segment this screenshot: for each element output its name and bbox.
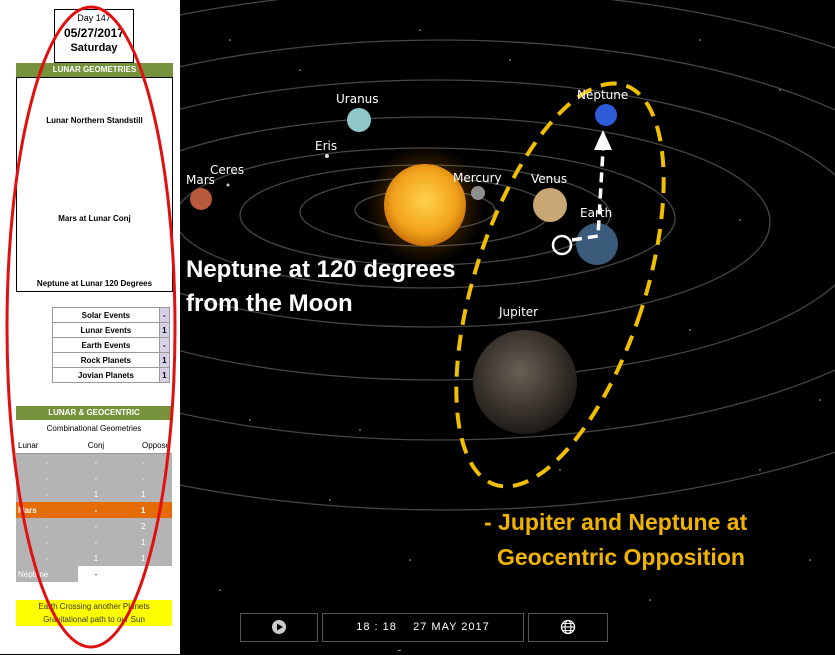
mars-label: Mars — [186, 173, 215, 187]
annotation-opposition-line2: Geocentric Opposition — [497, 544, 745, 570]
mercury-label: Mercury — [453, 171, 502, 185]
neptune-label: Neptune — [577, 88, 629, 102]
time-display: 18 : 18 — [356, 621, 397, 633]
mars-planet — [190, 188, 212, 210]
globe-icon — [560, 619, 576, 635]
annotation-opposition-line1: - Jupiter and Neptune at — [484, 509, 748, 535]
ceres-planet — [226, 183, 230, 187]
annotation-neptune-line1: Neptune at 120 degrees — [186, 256, 456, 283]
eris-planet — [325, 154, 329, 158]
neptune-planet — [595, 104, 617, 126]
jupiter-label: Jupiter — [499, 305, 539, 319]
ephemeris-panel: Day 147 05/27/2017 Saturday LUNAR GEOMET… — [0, 0, 180, 654]
mercury-planet — [471, 186, 485, 200]
globe-button[interactable] — [528, 613, 608, 642]
jupiter-planet — [473, 330, 577, 434]
moon-marker — [551, 234, 573, 256]
panel-red-outline — [5, 5, 177, 649]
datetime-display[interactable]: 18 : 18 27 MAY 2017 — [322, 613, 524, 642]
uranus-planet — [347, 108, 371, 132]
annotation-neptune-line2: from the Moon — [186, 290, 353, 317]
opposition-highlight — [454, 81, 666, 489]
venus-label: Venus — [531, 172, 568, 186]
venus-planet — [533, 188, 567, 222]
earth-label: Earth — [580, 206, 613, 220]
eris-label: Eris — [315, 139, 338, 153]
uranus-label: Uranus — [336, 92, 379, 106]
play-icon — [272, 620, 286, 635]
date-display: 27 MAY 2017 — [413, 621, 490, 633]
ceres-label: Ceres — [210, 163, 245, 177]
play-button[interactable] — [240, 613, 318, 642]
